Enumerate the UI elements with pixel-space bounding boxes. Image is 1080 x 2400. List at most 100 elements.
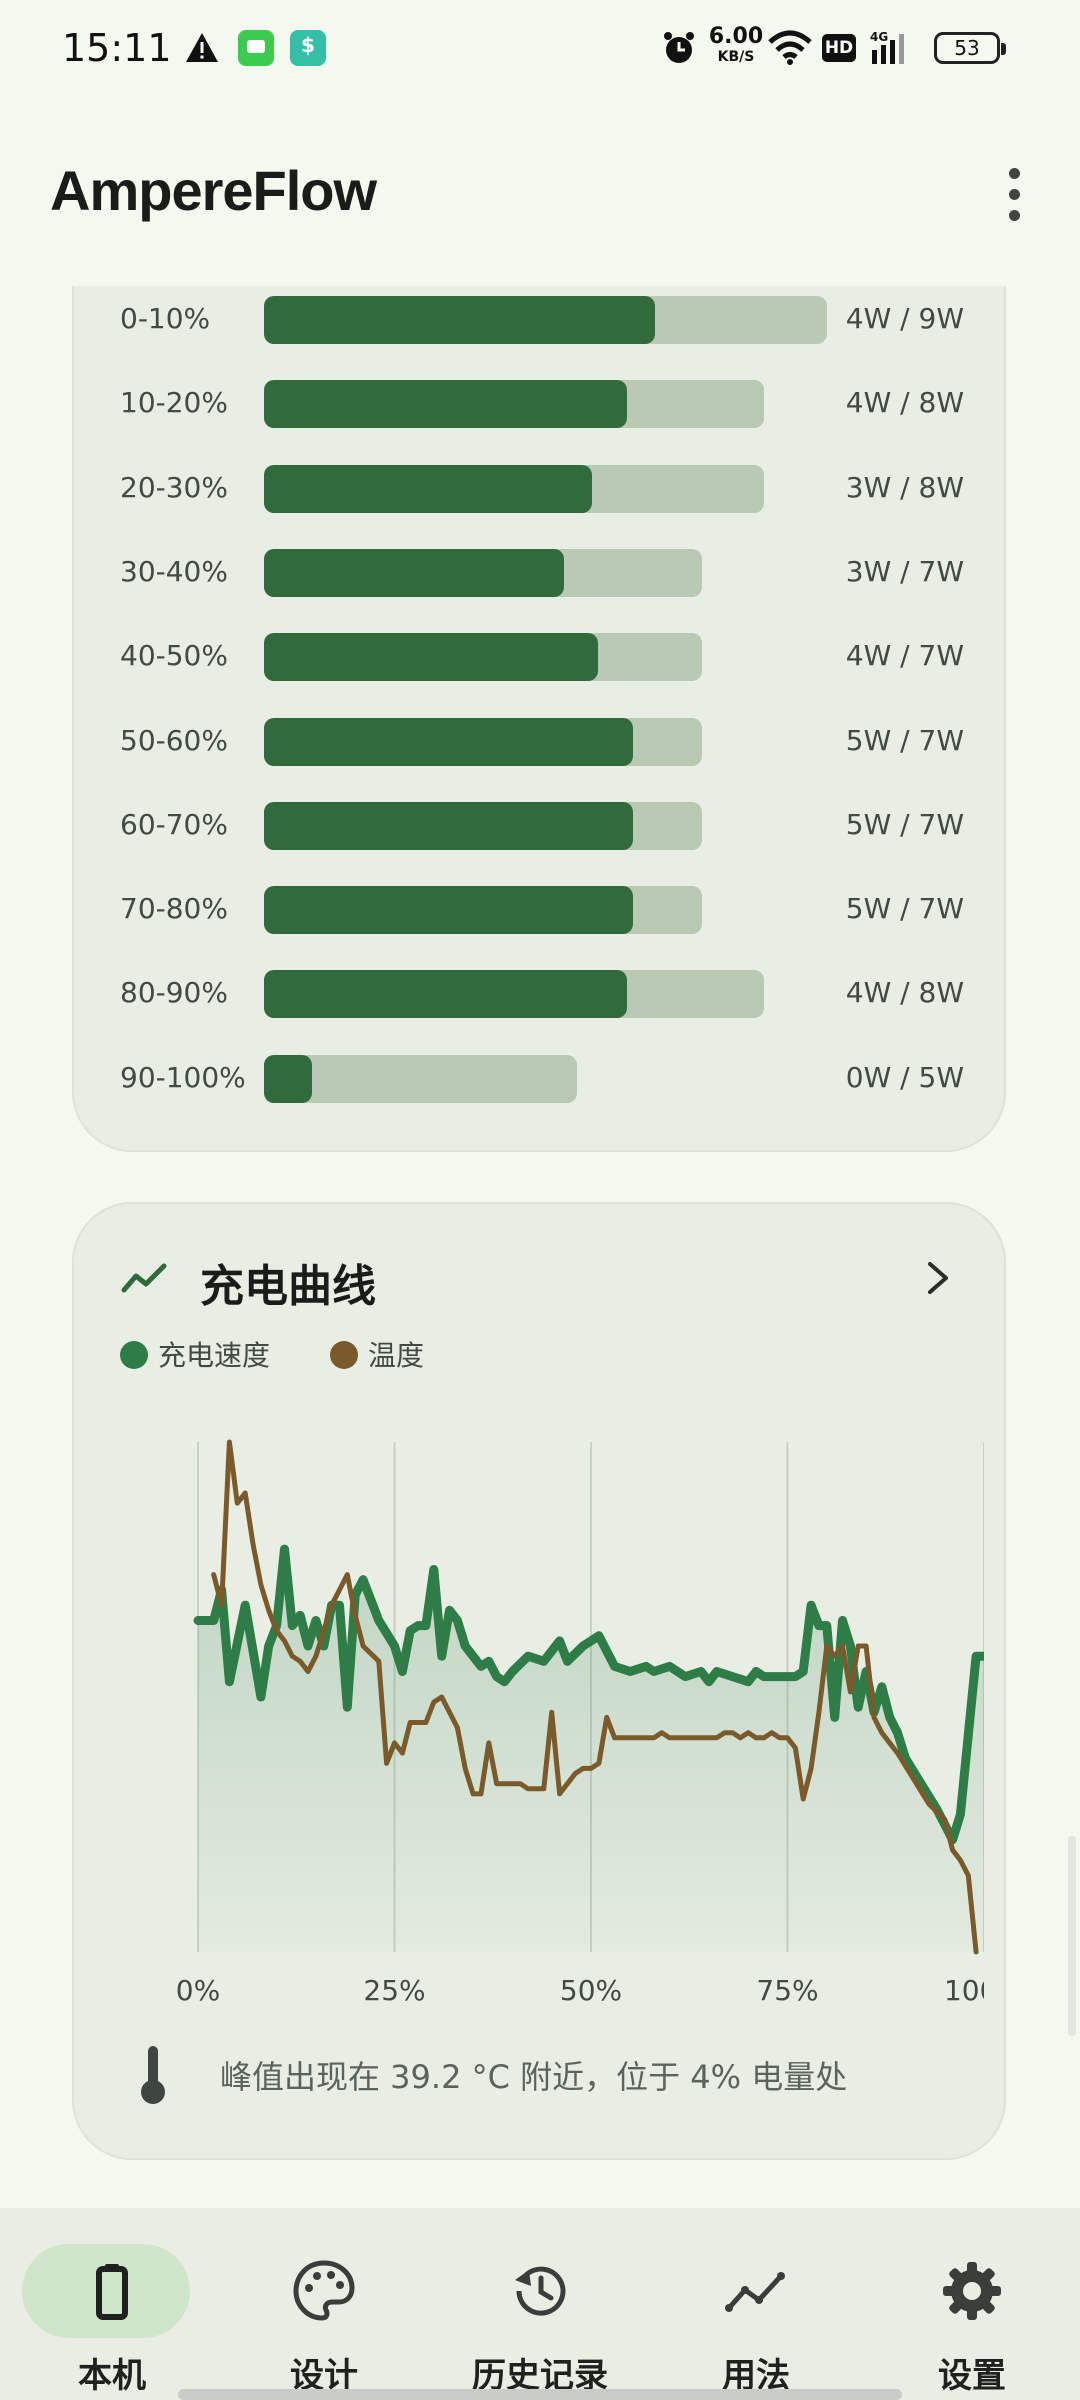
power-row-value: 4W / 8W [845,386,964,420]
bottom-navigation: 本机 设计 历史记录 用法 设置 [0,2208,1080,2400]
x-tick-label: 75% [756,1974,818,2007]
charging-curve-title: 充电曲线 [200,1261,376,1312]
x-tick-label: 50% [560,1974,622,2007]
nav-item-device[interactable]: 本机 [22,2226,202,2396]
power-row: 30-40% 3W / 7W [74,548,1008,599]
legend-temperature: 温度 [330,1334,424,1374]
signal-icon: 4G [870,30,904,64]
power-row: 50-60% 5W / 7W [74,717,1008,768]
power-avg-bar [264,548,564,597]
power-row-value: 0W / 5W [845,1060,964,1094]
alarm-icon [664,32,694,63]
status-bar: 15:11 6.00 KB/S HD 4G 53 [0,0,1080,100]
hd-icon: HD [822,34,856,62]
power-max-bar [264,970,764,1019]
power-max-bar [264,633,702,682]
legend-label-charge-speed: 充电速度 [158,1339,271,1372]
power-row-range: 70-80% [120,892,228,926]
power-row: 60-70% 5W / 7W [74,801,1008,852]
power-max-bar [264,296,827,344]
power-max-bar [264,886,702,935]
power-avg-bar [264,717,633,766]
legend-label-temperature: 温度 [368,1339,425,1372]
power-row: 90-100% 0W / 5W [74,1054,1008,1105]
power-row-range: 80-90% [120,976,228,1010]
power-max-bar [264,380,764,429]
power-row-value: 4W / 9W [845,302,964,335]
thermometer-icon [141,2046,165,2104]
peak-text: 峰值出现在 39.2 °C 附近，位于 4% 电量处 [220,2058,848,2096]
power-max-bar [264,548,702,597]
legend-dot-charge-speed [120,1341,148,1369]
scroll-content[interactable]: 0-10% 4W / 9W 10-20% 4W / 8W 20-30% 3W / 8W 30… [0,286,1080,2208]
power-avg-bar [264,886,633,935]
power-row-range: 40-50% [120,639,228,673]
legend-charge-speed: 充电速度 [120,1334,270,1374]
power-row: 70-80% 5W / 7W [74,886,1008,936]
legend-dot-temperature [330,1341,358,1369]
power-row-range: 10-20% [120,386,228,420]
power-avg-bar [264,801,633,850]
power-row-range: 60-70% [120,807,228,841]
power-row: 80-90% 4W / 8W [74,970,1008,1020]
wifi-icon [768,30,812,65]
power-row-value: 5W / 7W [845,723,964,757]
power-row: 0-10% 4W / 9W [74,296,1008,346]
messages-app-icon [238,30,274,66]
nav-label-settings: 设置 [938,2356,1006,2396]
trending-line-icon [121,1263,167,1293]
status-time: 15:11 [62,26,172,70]
usage-chart-icon [725,2272,785,2312]
battery-status-icon: 53 [934,32,1006,64]
power-avg-bar [264,1054,312,1103]
nav-item-history[interactable]: 历史记录 [450,2226,630,2396]
power-row-range: 50-60% [120,723,228,757]
security-app-icon [290,30,326,66]
nav-label-device: 本机 [78,2356,146,2396]
power-row-value: 3W / 8W [845,470,964,504]
nav-item-design[interactable]: 设计 [234,2226,414,2396]
chevron-right-icon[interactable] [918,1258,958,1298]
nav-item-usage[interactable]: 用法 [666,2226,846,2396]
power-by-level-card: 0-10% 4W / 9W 10-20% 4W / 8W 20-30% 3W / 8W 30… [72,286,1006,1152]
network-speed-value: 6.00 [708,24,764,49]
app-title: AmpereFlow [50,159,377,222]
x-tick-label: 25% [363,1974,425,2007]
power-row: 10-20% 4W / 8W [74,380,1008,430]
scrollbar[interactable] [1068,1836,1076,2036]
power-max-bar [264,717,702,766]
power-max-bar [264,464,764,513]
power-row-range: 0-10% [120,302,211,335]
power-avg-bar [264,970,627,1019]
charging-curve-card[interactable]: 充电曲线 充电速度 温度 0% 25% 50% 75% 100% 峰值出现在 39.2 … [72,1202,1006,2160]
power-row-value: 4W / 8W [845,976,964,1010]
power-max-bar [264,1054,577,1103]
signal-label: 4G [870,30,888,44]
gesture-bar[interactable] [178,2389,902,2400]
power-row: 20-30% 3W / 8W [74,464,1008,515]
x-tick-label: 100% [944,1974,984,2007]
power-max-bar [264,801,702,850]
history-icon [515,2266,566,2316]
power-row: 40-50% 4W / 7W [74,633,1008,683]
power-avg-bar [264,633,599,682]
nav-item-settings[interactable]: 设置 [882,2226,1062,2396]
power-row-value: 5W / 7W [845,892,964,926]
charging-curve-chart: 0% 25% 50% 75% 100% [176,1439,984,2007]
power-avg-bar [264,464,593,513]
power-row-range: 20-30% [120,470,228,504]
warning-icon [186,33,218,62]
power-row-value: 3W / 7W [845,554,964,588]
network-speed: 6.00 KB/S [706,24,766,65]
more-vert-icon[interactable] [992,160,1036,230]
power-row-value: 5W / 7W [845,807,964,841]
power-avg-bar [264,296,655,344]
power-row-range: 90-100% [120,1060,246,1094]
battery-icon [96,2264,128,2320]
power-avg-bar [264,380,627,429]
network-speed-unit: KB/S [717,49,755,65]
power-row-value: 4W / 7W [845,639,964,673]
settings-gear-icon [943,2262,1001,2320]
power-row-range: 30-40% [120,554,228,588]
x-tick-label: 0% [176,1974,220,2007]
